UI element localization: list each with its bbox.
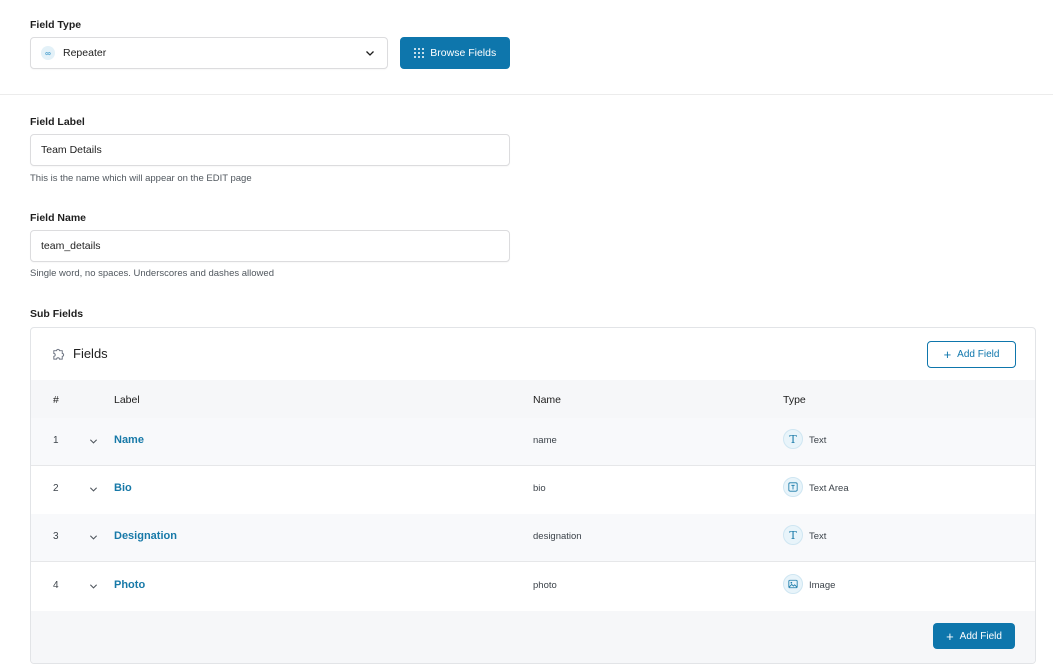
field-name-heading: Field Name [30,212,87,224]
add-field-label: Add Field [959,630,1002,642]
row-name: designation [533,531,582,542]
plus-icon: + [946,628,954,644]
table-row[interactable]: 4 Photo photo Image [31,563,1035,611]
row-number: 1 [53,435,59,446]
row-number: 2 [53,483,59,494]
column-header-type: Type [783,394,806,406]
sub-fields-panel: Fields + Add Field # Label Name Type 1 N… [30,327,1036,664]
field-label-input[interactable] [30,134,510,166]
grid-icon [413,47,425,59]
table-header: # Label Name Type [31,380,1035,418]
field-type-selected-value: Repeater [63,47,107,59]
table-row[interactable]: 3 Designation designation T Text [31,514,1035,562]
field-label-help: This is the name which will appear on th… [30,173,252,184]
column-header-label: Label [114,394,140,406]
field-label-heading: Field Label [30,116,85,128]
sub-fields-heading: Sub Fields [30,308,84,320]
add-field-button-top[interactable]: + Add Field [927,341,1016,368]
row-type: Text Area [809,483,849,494]
row-label-link[interactable]: Designation [114,530,177,542]
plus-icon: + [943,347,952,362]
chevron-down-icon[interactable] [89,533,98,542]
field-type-label: Field Type [30,19,82,31]
row-type: Text [809,435,827,446]
field-type-select[interactable]: ∞ Repeater [30,37,388,69]
row-name: photo [533,580,557,591]
row-number: 3 [53,531,59,542]
text-type-icon: T [783,429,803,449]
add-field-label: Add Field [957,349,1000,360]
text-type-icon: T [783,525,803,545]
puzzle-icon [53,348,65,360]
browse-fields-label: Browse Fields [430,47,497,59]
browse-fields-button[interactable]: Browse Fields [400,37,510,69]
column-header-number: # [53,394,59,406]
row-label-link[interactable]: Name [114,434,144,446]
row-label-link[interactable]: Bio [114,482,132,494]
field-name-input[interactable] [30,230,510,262]
row-name: bio [533,483,546,494]
textarea-type-icon [783,477,803,497]
field-name-help: Single word, no spaces. Underscores and … [30,268,274,279]
chevron-down-icon [366,51,374,56]
row-number: 4 [53,580,59,591]
row-name: name [533,435,557,446]
infinity-icon: ∞ [41,46,55,60]
image-type-icon [783,574,803,594]
sub-fields-footer: + Add Field [31,611,1035,663]
chevron-down-icon[interactable] [89,485,98,494]
row-type: Text [809,531,827,542]
fields-panel-title: Fields [73,346,108,361]
chevron-down-icon[interactable] [89,437,98,446]
field-type-section: Field Type ∞ Repeater Browse Fields [0,0,1053,95]
table-row[interactable]: 2 Bio bio Text Area [31,466,1035,514]
table-row[interactable]: 1 Name name T Text [31,418,1035,466]
chevron-down-icon[interactable] [89,582,98,591]
row-label-link[interactable]: Photo [114,579,145,591]
row-type: Image [809,580,836,591]
sub-fields-header: Fields + Add Field [31,328,1035,380]
add-field-button-bottom[interactable]: + Add Field [933,623,1015,649]
column-header-name: Name [533,394,562,406]
